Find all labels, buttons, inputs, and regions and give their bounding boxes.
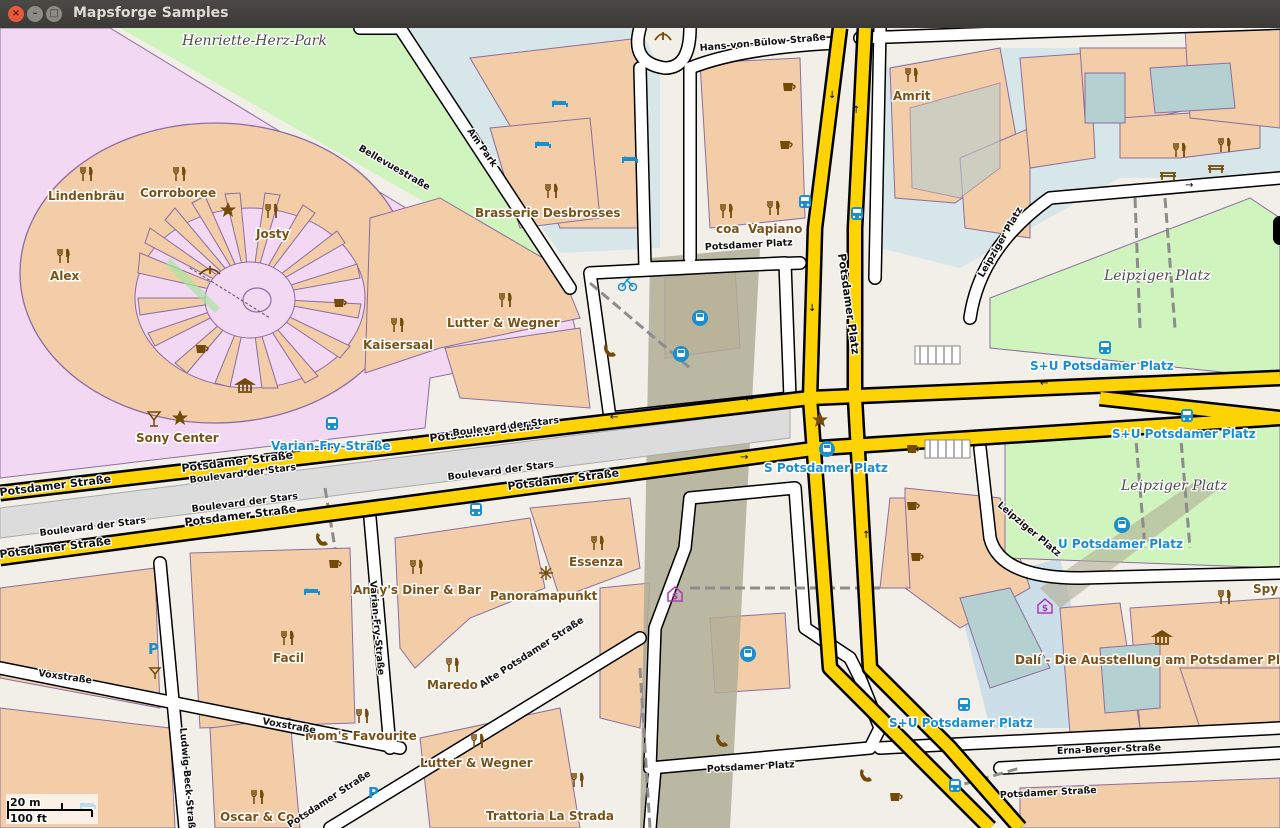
stop-label: U Potsdamer Platz	[1058, 537, 1183, 551]
poi-label: Brasserie Desbrosses	[475, 206, 621, 220]
railway-station-icon[interactable]	[740, 646, 756, 662]
stop-label: S+U Potsdamer Platz	[1030, 359, 1174, 373]
map-view[interactable]: $	[0, 28, 1280, 828]
svg-text:↓: ↓	[808, 303, 816, 314]
bus-stop-icon[interactable]	[799, 195, 811, 208]
poi-label: Essenza	[569, 555, 623, 569]
svg-text:P: P	[368, 784, 379, 802]
poi-label: Dalí - Die Ausstellung am Potsdamer Pl	[1015, 653, 1280, 667]
svg-text:↑: ↑	[862, 530, 870, 541]
poi-label: Trattoria La Strada	[486, 809, 614, 823]
poi-label: Lutter & Wegner	[420, 756, 533, 770]
scale-imperial: 100 ft	[10, 812, 47, 825]
bus-stop-icon[interactable]	[470, 503, 482, 516]
bus-stop-icon[interactable]	[949, 779, 961, 792]
svg-text:←: ←	[410, 433, 418, 444]
bus-stop-icon[interactable]	[326, 417, 338, 430]
park-label-henriette-herz-park: Henriette-Herz-Park	[181, 33, 327, 49]
stop-label: S Potsdamer Platz	[764, 461, 888, 475]
poi-label: Maredo	[427, 678, 478, 692]
svg-text:←: ←	[745, 394, 753, 405]
scale-metric: 20 m	[10, 796, 41, 809]
svg-text:→: →	[740, 452, 748, 463]
poi-label: Sony Center	[136, 431, 219, 445]
scale-bar: 20 m 100 ft	[6, 794, 98, 826]
stop-label: S+U Potsdamer Platz	[1112, 427, 1256, 441]
poi-label: Facil	[273, 651, 304, 665]
svg-text:→: →	[1185, 180, 1193, 191]
window-minimize-button[interactable]: –	[27, 6, 43, 22]
parking-icon[interactable]: P	[368, 784, 379, 802]
svg-text:←: ←	[1040, 378, 1048, 389]
window-maximize-button[interactable]: □	[46, 6, 62, 22]
poi-label: Kaisersaal	[363, 338, 433, 352]
map-canvas[interactable]: $	[0, 28, 1280, 828]
poi-label: Alex	[50, 269, 80, 283]
poi-label: Corroboree	[140, 186, 216, 200]
poi-label: Lindenbräu	[48, 189, 125, 203]
window-close-button[interactable]: ×	[8, 6, 24, 22]
park-label-leipziger-platz: Leipziger Platz	[1120, 478, 1228, 494]
poi-label: Lutter & Wegner	[447, 316, 560, 330]
park-label-leipziger-platz: Leipziger Platz	[1103, 268, 1211, 284]
poi-label: Spy	[1253, 582, 1278, 596]
viewpoint-icon[interactable]	[539, 566, 553, 580]
bus-stop-icon[interactable]	[958, 698, 970, 711]
railway-station-icon[interactable]	[673, 346, 689, 362]
svg-text:↑: ↑	[852, 105, 860, 116]
poi-label: Amrit	[893, 89, 931, 103]
window-title: Mapsforge Samples	[73, 5, 229, 21]
svg-text:P: P	[148, 640, 159, 658]
poi-label: Josty	[255, 227, 290, 241]
svg-text:↓: ↓	[828, 90, 836, 101]
bus-stop-icon[interactable]	[1099, 341, 1111, 354]
bus-stop-icon[interactable]	[1181, 409, 1193, 422]
railway-station-icon[interactable]	[819, 441, 835, 457]
poi-label: Oscar & Co	[220, 810, 294, 824]
railway-station-icon[interactable]	[1114, 517, 1130, 533]
poi-label: Vapiano	[748, 222, 802, 236]
stop-label: S+U Potsdamer Platz	[889, 716, 1033, 730]
poi-label: Mom's Favourite	[305, 729, 417, 743]
poi-label: coa	[716, 222, 739, 236]
svg-text:←: ←	[610, 412, 618, 423]
window-titlebar: × – □ Mapsforge Samples	[0, 0, 1280, 29]
railway-station-icon[interactable]	[692, 310, 708, 326]
parking-icon[interactable]: P	[148, 640, 159, 658]
bus-stop-icon[interactable]	[851, 207, 863, 220]
poi-label: Panoramapunkt	[490, 589, 598, 603]
